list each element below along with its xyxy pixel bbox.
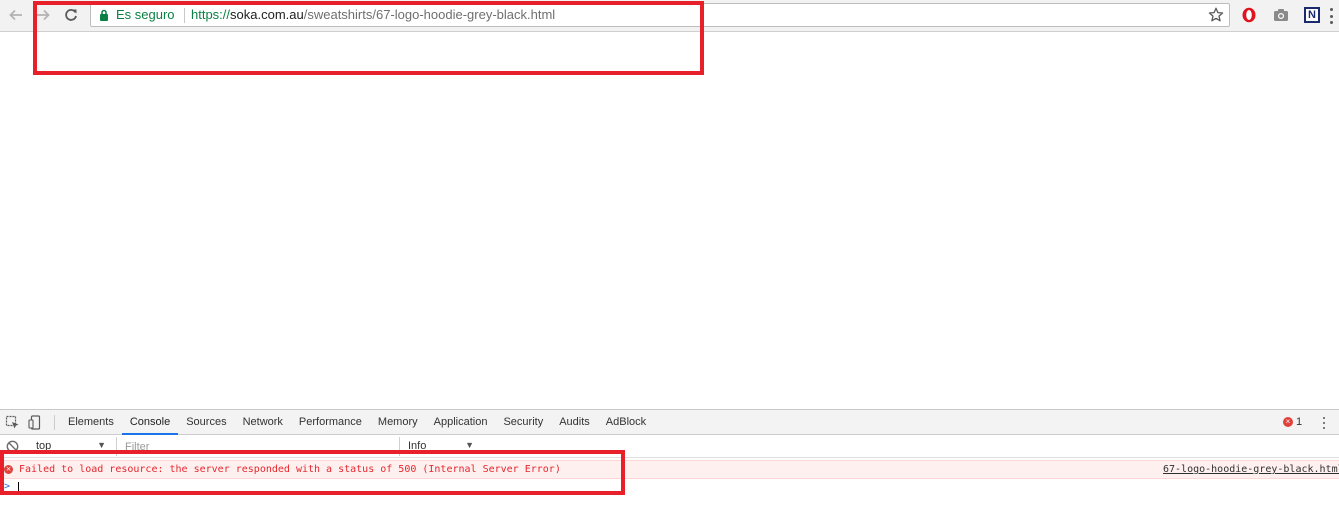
address-bar[interactable]: Es seguro https://soka.com.au/sweatshirt… (90, 3, 1230, 27)
tab-network[interactable]: Network (235, 410, 291, 435)
prompt-chevron-icon: > (4, 481, 11, 492)
devtools-panel: Elements Console Sources Network Performance… (0, 409, 1339, 520)
kebab-dot (1323, 422, 1325, 424)
error-message-text: Failed to load resource: the server resp… (19, 464, 561, 475)
tab-console[interactable]: Console (121, 410, 179, 435)
forward-button[interactable] (33, 5, 53, 25)
chevron-down-icon: ▼ (97, 440, 106, 450)
kebab-dot (1323, 427, 1325, 429)
error-icon: × (4, 465, 13, 474)
kebab-menu-icon (1323, 417, 1325, 419)
tab-performance[interactable]: Performance (291, 410, 370, 435)
error-count: 1 (1296, 416, 1303, 428)
clear-console-icon[interactable] (6, 440, 19, 453)
tab-security[interactable]: Security (495, 410, 551, 435)
tab-memory[interactable]: Memory (370, 410, 426, 435)
devtools-tabbar: Elements Console Sources Network Performance… (0, 410, 1339, 435)
opera-extension-button[interactable] (1240, 6, 1258, 24)
error-source-link[interactable]: 67-logo-hoodie-grey-black.html (1163, 464, 1339, 475)
reload-icon (65, 9, 77, 21)
tab-application[interactable]: Application (426, 410, 496, 435)
star-icon[interactable] (1207, 6, 1225, 24)
opera-icon (1242, 7, 1256, 23)
devtools-tabs: Elements Console Sources Network Performance… (60, 410, 654, 435)
kebab-menu-icon (1329, 8, 1333, 11)
context-select[interactable]: top ▼ (30, 439, 110, 455)
url-path: /sweatshirts/67-logo-hoodie-grey-black.h… (303, 7, 556, 22)
log-level-select[interactable]: Info ▼ (402, 439, 482, 455)
back-arrow-icon (9, 9, 22, 21)
tab-adblock[interactable]: AdBlock (598, 410, 654, 435)
n-extension-button[interactable]: N (1303, 6, 1321, 24)
devtools-menu-button[interactable] (1322, 417, 1326, 429)
back-button[interactable] (6, 5, 26, 25)
camera-extension-button[interactable] (1272, 6, 1290, 24)
url-scheme: https:// (191, 7, 231, 22)
kebab-dot (1329, 21, 1333, 24)
chevron-down-icon: ▼ (465, 440, 474, 450)
inspect-element-icon[interactable] (5, 415, 20, 430)
n-extension-icon: N (1304, 7, 1320, 23)
filter-input[interactable] (116, 437, 400, 456)
camera-icon (1274, 9, 1288, 21)
tab-elements[interactable]: Elements (60, 410, 122, 435)
kebab-dot (1329, 14, 1333, 18)
log-level-value: Info (408, 440, 427, 452)
forward-arrow-icon (37, 9, 50, 21)
text-caret (18, 482, 19, 494)
url-text[interactable]: https://soka.com.au/sweatshirts/67-logo-… (191, 7, 555, 22)
error-counter[interactable]: × 1 (1283, 416, 1302, 428)
error-icon: × (1283, 417, 1293, 427)
device-toolbar-icon[interactable] (28, 415, 43, 430)
console-error-message: × Failed to load resource: the server re… (0, 460, 1339, 479)
browser-menu-button[interactable] (1329, 8, 1333, 24)
console-prompt[interactable]: > (0, 480, 1339, 496)
context-value: top (36, 440, 52, 452)
lock-icon (100, 9, 108, 21)
tabbar-divider (54, 415, 55, 430)
url-host: soka.com.au (230, 7, 304, 22)
security-label[interactable]: Es seguro (116, 7, 175, 22)
tab-audits[interactable]: Audits (551, 410, 598, 435)
omnibox-divider (184, 8, 185, 23)
tab-sources[interactable]: Sources (178, 410, 234, 435)
browser-toolbar: Es seguro https://soka.com.au/sweatshirt… (0, 0, 1339, 32)
reload-button[interactable] (61, 5, 81, 25)
console-filterbar: top ▼ Info ▼ (0, 435, 1339, 458)
